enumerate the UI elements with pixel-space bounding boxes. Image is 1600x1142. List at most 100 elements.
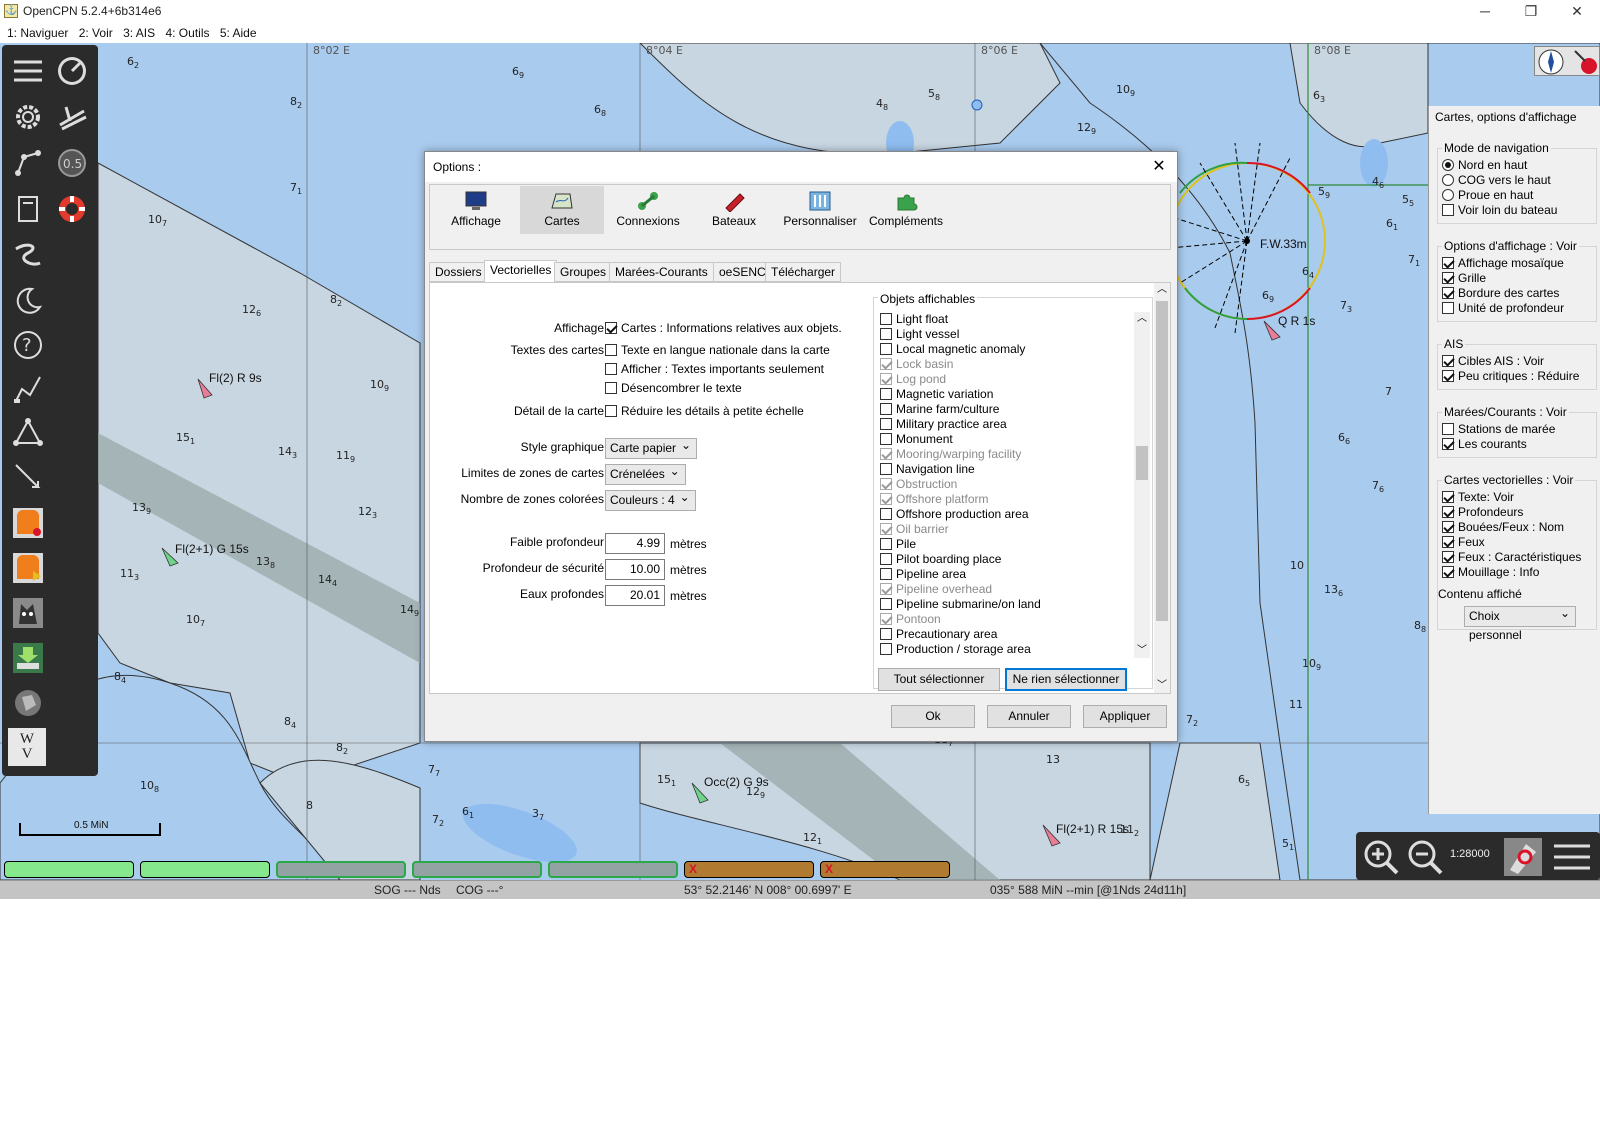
zoom-out-icon[interactable]	[1406, 838, 1444, 876]
category-complements[interactable]: Compléments	[864, 186, 948, 234]
checkbox-checked[interactable]	[605, 322, 617, 334]
option-national-text[interactable]: Texte en langue nationale dans la carte	[605, 343, 830, 357]
settings-icon[interactable]	[8, 97, 48, 137]
checkbox[interactable]	[1442, 204, 1454, 216]
tile-display-option[interactable]: Affichage mosaïque	[1438, 256, 1596, 271]
night-mode-icon[interactable]	[8, 281, 48, 321]
scroll-down-icon[interactable]: ﹀	[1154, 679, 1170, 693]
color-zones-select[interactable]: Couleurs : 4	[605, 488, 696, 511]
globe-icon[interactable]	[8, 683, 48, 723]
checkbox-checked[interactable]	[1442, 536, 1454, 548]
checkbox-checked[interactable]	[1442, 370, 1454, 382]
checkbox[interactable]	[1442, 423, 1454, 435]
deep-water-input[interactable]: 20.01	[605, 585, 665, 606]
depth-unit-option[interactable]: Unité de profondeur	[1438, 301, 1596, 316]
checkbox[interactable]	[880, 343, 892, 355]
select-none-button[interactable]: Ne rien sélectionner	[1005, 668, 1127, 691]
checkbox-checked[interactable]	[1442, 287, 1454, 299]
draw-icon[interactable]	[8, 369, 48, 409]
menu-outils[interactable]: 4: Outils	[165, 24, 209, 42]
checkbox[interactable]	[605, 344, 617, 356]
chart-piano-key[interactable]	[412, 861, 542, 878]
style-select[interactable]: Carte papier	[605, 436, 698, 459]
zoom-in-icon[interactable]	[1362, 838, 1400, 876]
checkbox[interactable]	[880, 328, 892, 340]
ais-targets-option[interactable]: Cibles AIS : Voir	[1438, 354, 1596, 369]
tab-marees-courants[interactable]: Marées-Courants	[609, 262, 714, 282]
checkbox[interactable]	[880, 418, 892, 430]
object-row[interactable]: Precautionary area	[880, 627, 1130, 642]
nav-head-up-option[interactable]: Proue en haut	[1438, 188, 1596, 203]
husky-icon[interactable]	[8, 593, 48, 633]
scroll-down-icon[interactable]: ﹀	[1134, 644, 1150, 658]
object-row[interactable]: Pile	[880, 537, 1130, 552]
radio-selected[interactable]	[1442, 159, 1454, 171]
tide-stations-option[interactable]: Stations de marée	[1438, 422, 1596, 437]
checkbox-checked[interactable]	[1442, 506, 1454, 518]
polygon-icon[interactable]	[8, 413, 48, 453]
object-row[interactable]: Marine farm/culture	[880, 402, 1130, 417]
document-icon[interactable]	[8, 189, 48, 229]
option-object-info[interactable]: Cartes : Informations relatives aux obje…	[605, 321, 842, 335]
tab-groupes[interactable]: Groupes	[554, 262, 613, 282]
tab-oesenc[interactable]: oeSENC	[713, 262, 772, 282]
ok-button[interactable]: Ok	[891, 705, 975, 728]
object-row[interactable]: Pipeline area	[880, 567, 1130, 582]
checkbox[interactable]	[880, 403, 892, 415]
orange-play-icon[interactable]	[8, 548, 48, 588]
category-connexions[interactable]: Connexions	[606, 186, 690, 234]
objects-scrollbar[interactable]: ︿ ﹀	[1134, 312, 1150, 658]
orange-square-icon[interactable]	[8, 503, 48, 543]
scroll-up-icon[interactable]: ︿	[1134, 312, 1150, 326]
checkbox-checked[interactable]	[1442, 566, 1454, 578]
pencil-icon[interactable]	[8, 457, 48, 497]
scale-0-5-icon[interactable]: 0.5	[52, 143, 92, 183]
checkbox-checked[interactable]	[1442, 491, 1454, 503]
checkbox[interactable]	[880, 433, 892, 445]
menu-ais[interactable]: 3: AIS	[123, 24, 155, 42]
close-window-button[interactable]: ✕	[1554, 0, 1600, 24]
text-show-option[interactable]: Texte: Voir	[1438, 490, 1596, 505]
lifebuoy-icon[interactable]	[52, 189, 92, 229]
checkbox[interactable]	[605, 382, 617, 394]
option-declutter-text[interactable]: Désencombrer le texte	[605, 381, 742, 395]
safety-depth-input[interactable]: 10.00	[605, 559, 665, 580]
dialog-close-button[interactable]: ✕	[1147, 152, 1171, 182]
checkbox[interactable]	[605, 405, 617, 417]
tab-dossiers[interactable]: Dossiers	[429, 262, 488, 282]
chart-piano-key[interactable]	[140, 861, 270, 878]
chart-border-option[interactable]: Bordure des cartes	[1438, 286, 1596, 301]
menu-icon[interactable]	[8, 51, 48, 91]
maximize-button[interactable]: ❐	[1508, 0, 1554, 24]
object-row[interactable]: Monument	[880, 432, 1130, 447]
look-ahead-option[interactable]: Voir loin du bateau	[1438, 203, 1596, 218]
chart-piano-key[interactable]: X	[684, 861, 814, 878]
checkbox[interactable]	[880, 553, 892, 565]
object-row[interactable]: Light vessel	[880, 327, 1130, 342]
object-row[interactable]: Production / storage area	[880, 642, 1130, 657]
checkbox-checked[interactable]	[1442, 272, 1454, 284]
ais-minor-option[interactable]: Peu critiques : Réduire	[1438, 369, 1596, 384]
scroll-up-icon[interactable]: ︿	[1154, 283, 1170, 297]
objects-list[interactable]: Light float Light vessel Local magnetic an…	[880, 312, 1130, 658]
object-row[interactable]: Military practice area	[880, 417, 1130, 432]
scroll-thumb[interactable]	[1136, 446, 1148, 480]
radio[interactable]	[1442, 174, 1454, 186]
checkbox-checked[interactable]	[1442, 521, 1454, 533]
cancel-button[interactable]: Annuler	[987, 705, 1071, 728]
menu-aide[interactable]: 5: Aide	[220, 24, 257, 42]
ship-track-icon[interactable]	[52, 97, 92, 137]
checkbox[interactable]	[880, 388, 892, 400]
checkbox[interactable]	[880, 598, 892, 610]
chart-piano-key[interactable]	[4, 861, 134, 878]
shallow-depth-input[interactable]: 4.99	[605, 533, 665, 554]
checkbox-checked[interactable]	[1442, 551, 1454, 563]
checkbox[interactable]	[880, 508, 892, 520]
object-row[interactable]: Offshore production area	[880, 507, 1130, 522]
track-icon[interactable]	[8, 235, 48, 275]
anchoring-info-option[interactable]: Mouillage : Info	[1438, 565, 1596, 580]
category-cartes[interactable]: Cartes	[520, 186, 604, 234]
menu-icon[interactable]	[1552, 840, 1592, 874]
minimize-button[interactable]: ─	[1462, 0, 1508, 24]
boundaries-select[interactable]: Crénelées	[605, 462, 686, 485]
